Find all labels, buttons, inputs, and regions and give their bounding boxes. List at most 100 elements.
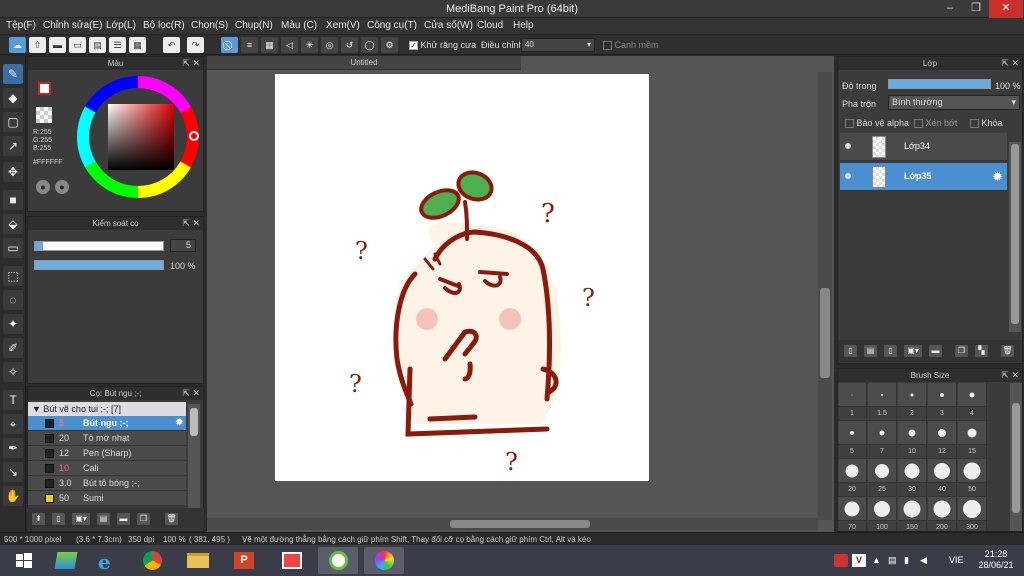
merge-icon[interactable]: ▚ <box>974 344 989 358</box>
primary-color-swatch[interactable] <box>38 82 51 95</box>
powerpoint-icon[interactable]: P <box>224 547 264 574</box>
start-button[interactable] <box>4 547 44 574</box>
brush-item[interactable]: 12 Pen (Sharp) <box>28 446 186 461</box>
brush-size-cell[interactable] <box>868 497 897 521</box>
panel-buttons[interactable]: ⇱ ✕ <box>182 387 200 400</box>
antialias-checkbox[interactable]: ✓ <box>409 41 418 51</box>
redo-icon[interactable]: ↷ <box>187 37 204 53</box>
brush-size-cell[interactable] <box>838 383 867 407</box>
panel-buttons[interactable]: ⇱ ✕ <box>182 217 200 230</box>
dot-tool-icon[interactable]: ▢ <box>3 112 23 132</box>
divide-tool-icon[interactable]: ⌖ <box>3 414 23 434</box>
palette-add-icon[interactable]: ● <box>55 180 69 194</box>
select-pen-icon[interactable]: ✐ <box>3 338 23 358</box>
menu-layer[interactable]: Lớp(L) <box>106 20 136 31</box>
layer-opacity-slider[interactable] <box>888 79 991 89</box>
menu-snap[interactable]: Chụp(N) <box>235 20 273 31</box>
canvas-paper[interactable]: ? ? ? ? ? <box>275 74 649 481</box>
smooth-control[interactable]: Canh mềm <box>603 40 659 51</box>
select-tool-icon[interactable]: ⬚ <box>3 266 23 286</box>
smooth-checkbox[interactable] <box>603 41 612 51</box>
menu-select[interactable]: Chọn(S) <box>191 20 228 31</box>
tray-volume-icon[interactable]: ◀ <box>920 555 927 566</box>
brush-size-cell[interactable] <box>838 497 867 521</box>
no-snap-icon[interactable]: ⃠ <box>221 37 238 53</box>
new-layer-icon[interactable]: ▯ <box>843 344 858 358</box>
select-eraser-icon[interactable]: ✧ <box>3 362 23 382</box>
scrollbar-thumb[interactable] <box>190 408 198 436</box>
bluestacks-icon[interactable] <box>46 547 86 574</box>
radial-snap-icon[interactable]: ✳ <box>301 37 318 53</box>
new-brush-icon[interactable]: ▯ <box>51 512 66 526</box>
menu-cloud[interactable]: Cloud <box>477 20 503 31</box>
eye-icon[interactable] <box>845 173 851 179</box>
brush-size-scrollbar[interactable] <box>1010 383 1022 531</box>
eyedropper-tool-icon[interactable]: ✒ <box>3 438 23 458</box>
panel-buttons[interactable]: ⇱ ✕ <box>182 57 200 70</box>
eraser-tool-icon[interactable]: ◆ <box>3 88 23 108</box>
scrollbar-thumb[interactable] <box>1012 403 1020 513</box>
brush-size-cell[interactable] <box>928 383 957 407</box>
lock-control[interactable]: Khóa <box>970 118 1003 129</box>
scrollbar-thumb[interactable] <box>820 288 830 378</box>
hand-tool-icon[interactable]: ✋ <box>3 486 23 506</box>
brush-size-cell[interactable] <box>838 421 867 445</box>
file-explorer-icon[interactable] <box>178 547 218 574</box>
vector-tool-icon[interactable]: ↗ <box>3 136 23 156</box>
canvas-vertical-scrollbar[interactable] <box>818 72 832 520</box>
clip-checkbox[interactable] <box>914 119 923 129</box>
tray-signal-icon[interactable]: ▮ <box>904 555 909 566</box>
add-brush-icon[interactable]: ⬆ <box>31 512 46 526</box>
new-8bit-layer-icon[interactable]: ▯ <box>883 344 898 358</box>
brush-size-cell[interactable] <box>868 421 897 445</box>
brush-size-cell[interactable] <box>898 497 927 521</box>
move-tool-icon[interactable]: ✥ <box>3 162 23 182</box>
folder-icon[interactable]: ▬ <box>116 512 131 526</box>
curve-snap-icon[interactable]: ↺ <box>341 37 358 53</box>
eye-icon[interactable] <box>845 143 851 149</box>
tray-v-icon[interactable]: V <box>852 554 866 567</box>
brush-item[interactable]: 3.0 Bút tô bóng ;-; <box>28 476 186 491</box>
brush-size-cell[interactable] <box>928 459 957 483</box>
brush-tool-icon[interactable]: ✎ <box>3 64 23 84</box>
brush-size-cell[interactable] <box>958 497 987 521</box>
layer-list-scrollbar[interactable] <box>1009 142 1021 332</box>
brush-item[interactable]: 50 Sumi <box>28 491 186 506</box>
document-tab[interactable]: Untitled <box>207 56 521 70</box>
clock[interactable]: 21:28 28/06/21 <box>972 549 1020 571</box>
cloud-icon[interactable]: ☁ <box>9 37 26 53</box>
brush-size-cell[interactable] <box>838 459 867 483</box>
brush-size-cell[interactable] <box>898 383 927 407</box>
brush-size-cell[interactable] <box>958 421 987 445</box>
page-icon[interactable]: ▤ <box>89 37 106 53</box>
maximize-button[interactable]: ❐ <box>963 0 989 18</box>
tray-arrow-icon[interactable]: ▲ <box>872 555 881 565</box>
parallel-snap-icon[interactable]: ≡ <box>241 37 258 53</box>
gear-icon[interactable]: ✹ <box>175 417 183 428</box>
protect-alpha-checkbox[interactable] <box>845 119 854 129</box>
transparent-color-swatch[interactable] <box>36 107 52 123</box>
brush-size-value[interactable]: 5 <box>170 239 196 252</box>
menu-window[interactable]: Cửa số(W) <box>424 20 473 31</box>
menu-view[interactable]: Xem(V) <box>326 20 360 31</box>
menu-tools[interactable]: Công cụ(T) <box>367 20 417 31</box>
brush-size-cell[interactable] <box>868 459 897 483</box>
brush-size-cell[interactable] <box>958 459 987 483</box>
brush-size-slider[interactable] <box>34 241 164 251</box>
menu-filter[interactable]: Bộ lọc(R) <box>143 20 185 31</box>
medibang-icon[interactable] <box>364 547 404 574</box>
comment-icon[interactable]: ▬ <box>49 37 66 53</box>
ie-icon[interactable]: e <box>88 547 128 574</box>
brush-size-cell[interactable] <box>928 497 957 521</box>
shape-tool-icon[interactable]: ■ <box>3 190 23 210</box>
message-icon[interactable]: ▭ <box>69 37 86 53</box>
undo-icon[interactable]: ↶ <box>163 37 180 53</box>
brush-opacity-slider[interactable] <box>34 260 164 270</box>
layer-row[interactable]: Lớp34 <box>840 133 1007 161</box>
layer-row[interactable]: Lớp35 ✹ <box>840 163 1007 191</box>
duplicate-icon[interactable]: ❐ <box>136 512 151 526</box>
pen-tool-icon[interactable]: ↘ <box>3 462 23 482</box>
camera-app-icon[interactable] <box>318 547 358 574</box>
gradient-tool-icon[interactable]: ▭ <box>3 238 23 258</box>
minimize-button[interactable]: – <box>937 0 963 18</box>
